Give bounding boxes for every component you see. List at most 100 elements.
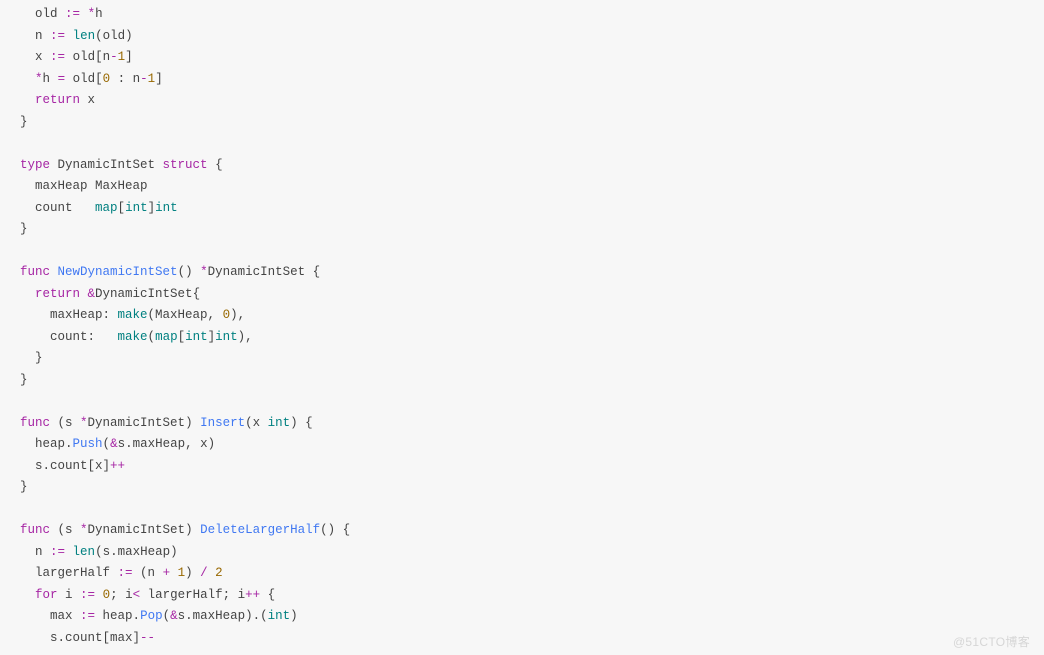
tok: old[n [73,50,111,64]
tok: ) [290,609,298,623]
tok: map [155,330,178,344]
tok: ( [148,330,156,344]
tok: DynamicIntSet) [88,523,201,537]
tok: DynamicIntSet [50,158,163,172]
tok: & [170,609,178,623]
tok: s.count[x] [35,459,110,473]
tok: max [50,609,73,623]
tok: * [88,7,96,21]
tok: ) [185,566,200,580]
tok: for [35,588,58,602]
tok: maxHeap MaxHeap [35,179,148,193]
tok: x [35,50,43,64]
tok: (MaxHeap, [148,308,223,322]
tok: make [118,330,148,344]
tok: * [80,523,88,537]
tok: DynamicIntSet { [208,265,321,279]
tok: return [35,93,80,107]
tok: old [35,7,58,21]
tok: Insert [200,416,245,430]
tok: } [20,222,28,236]
tok: struct [163,158,208,172]
tok: h [43,72,51,86]
tok: 1 [178,566,186,580]
tok: int [185,330,208,344]
tok [170,566,178,580]
tok: = [58,72,66,86]
code-block: old := *h n := len(old) x := old[n-1] *h… [0,0,1044,655]
tok: func [20,416,50,430]
tok: s.maxHeap, x) [118,437,216,451]
tok: int [215,330,238,344]
tok: (x [245,416,268,430]
tok: := [73,609,103,623]
tok: * [80,416,88,430]
tok: (s [50,416,80,430]
tok: () [178,265,201,279]
tok: type [20,158,50,172]
tok: s.count[max] [50,631,140,645]
tok: -- [140,631,155,645]
tok: heap. [35,437,73,451]
tok: ( [163,609,171,623]
tok: := [43,545,73,559]
tok: * [35,72,43,86]
tok: < [133,588,141,602]
tok: NewDynamicIntSet [58,265,178,279]
tok: () { [320,523,350,537]
tok: 0 [223,308,231,322]
tok: func [20,265,50,279]
tok: ( [103,437,111,451]
tok: largerHalf; i [140,588,245,602]
tok: func [20,523,50,537]
tok: (s [50,523,80,537]
tok: := [73,588,103,602]
tok: - [140,72,148,86]
tok: len [73,29,96,43]
tok: : [110,72,133,86]
tok: largerHalf [35,566,110,580]
tok: [ [178,330,186,344]
tok: map [95,201,118,215]
tok: & [80,287,95,301]
tok: & [110,437,118,451]
tok: := [110,566,140,580]
tok: - [110,50,118,64]
tok: len [73,545,96,559]
tok: 2 [215,566,223,580]
tok: := [65,7,80,21]
tok: } [20,480,28,494]
tok: := [50,50,65,64]
tok: (n [140,566,163,580]
tok: { [260,588,275,602]
tok: 0 [103,72,111,86]
tok: } [20,115,28,129]
tok: 1 [118,50,126,64]
tok: old[ [73,72,103,86]
tok: DynamicIntSet) [88,416,201,430]
tok: ] [125,50,133,64]
tok: 0 [103,588,111,602]
tok: DynamicIntSet{ [95,287,200,301]
tok: int [268,609,291,623]
tok: h [95,7,103,21]
tok: ) { [290,416,313,430]
tok: x [80,93,95,107]
tok: ++ [245,588,260,602]
tok: int [125,201,148,215]
tok: { [208,158,223,172]
tok: n [35,29,43,43]
tok: (s.maxHeap) [95,545,178,559]
tok: } [35,351,43,365]
tok: (old) [95,29,133,43]
tok: ), [230,308,245,322]
tok: := [50,29,65,43]
tok: Push [73,437,103,451]
tok: * [200,265,208,279]
tok: int [268,416,291,430]
tok: int [155,201,178,215]
tok: i [58,588,73,602]
tok: [ [118,201,126,215]
tok: n [35,545,43,559]
tok: Pop [140,609,163,623]
